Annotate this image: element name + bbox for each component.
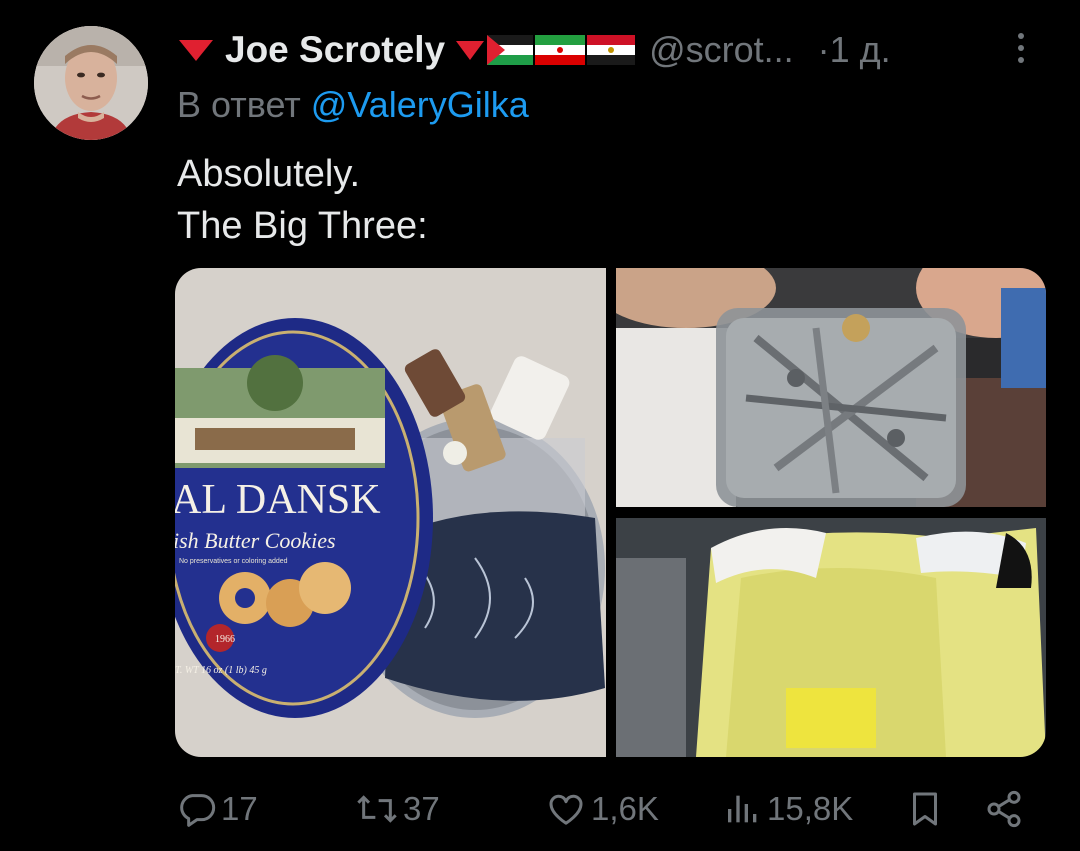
tin-brand-text: AL DANSK [175, 477, 381, 523]
reply-prefix: В ответ [177, 84, 301, 125]
red-triangle-icon [456, 41, 485, 60]
more-dot [1018, 33, 1024, 39]
palestine-flag-icon [487, 35, 534, 65]
views-button[interactable]: 15,8K [723, 786, 853, 832]
reply-mention-link[interactable]: @ValeryGilka [311, 84, 529, 125]
tin-seal-text: 1966 [215, 634, 235, 645]
tweet-text-line: Absolutely. [177, 153, 361, 195]
analytics-icon [728, 795, 757, 823]
reply-count: 17 [221, 790, 258, 827]
tweet-text-line: The Big Three: [177, 205, 428, 247]
like-button[interactable]: 1,6K [545, 786, 659, 832]
timestamp[interactable]: ·1 д. [818, 29, 891, 71]
more-dot [1018, 57, 1024, 63]
egypt-flag-icon [587, 35, 636, 65]
avatar[interactable] [34, 26, 148, 140]
reply-icon [180, 794, 216, 827]
heart-icon [549, 794, 583, 825]
repost-button[interactable]: 37 [355, 786, 440, 832]
tin-weight-text: T. WT 16 oz (1 lb) 45 g [175, 665, 267, 676]
red-triangle-icon [179, 40, 213, 61]
tweet-action-bar: 17 37 1,6K 15,8K [177, 786, 1037, 832]
media-photo-screw-jar[interactable] [616, 268, 1046, 507]
tin-note-text: No preservatives or coloring added [179, 558, 288, 565]
repost-count: 37 [403, 790, 440, 827]
bookmark-icon [913, 792, 937, 826]
reply-context: В ответ @ValeryGilka [177, 84, 529, 126]
repost-icon [357, 795, 397, 823]
tin-subtitle-text: ish Butter Cookies [175, 528, 336, 553]
media-grid: AL DANSK ish Butter Cookies No preservat… [175, 268, 1046, 757]
user-handle[interactable]: @scrot... [649, 29, 794, 71]
display-name[interactable]: Joe Scrotely [225, 29, 445, 71]
share-icon [987, 790, 1021, 828]
media-photo-plastic-bag[interactable] [616, 518, 1046, 757]
reply-button[interactable]: 17 [177, 786, 258, 832]
iran-flag-icon [535, 35, 586, 65]
view-count: 15,8K [767, 790, 854, 827]
more-options-icon[interactable] [1006, 30, 1036, 66]
more-dot [1018, 45, 1024, 51]
bookmark-button[interactable] [907, 786, 943, 832]
like-count: 1,6K [591, 790, 659, 827]
share-button[interactable] [983, 786, 1025, 832]
tweet-header: Joe Scrotely @scrot... ·1 д. [177, 26, 891, 74]
name-emoji-flags [455, 35, 636, 65]
avatar-photo [34, 26, 148, 140]
media-photo-cookie-tin[interactable]: AL DANSK ish Butter Cookies No preservat… [175, 268, 606, 757]
tweet-text: Absolutely. The Big Three: [177, 148, 428, 252]
